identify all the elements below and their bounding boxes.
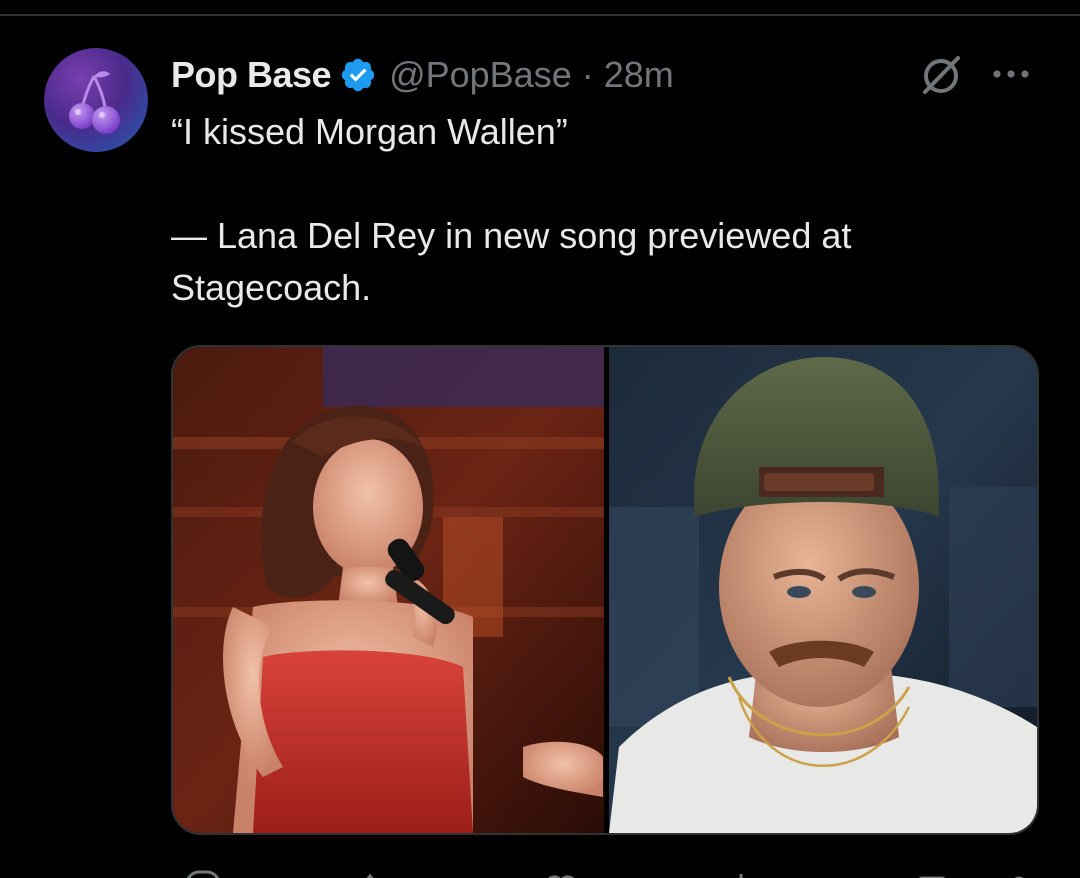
avatar[interactable] (44, 48, 148, 152)
tweet-header: Pop Base @PopBase · 28m (171, 50, 674, 100)
timestamp[interactable]: 28m (604, 54, 674, 96)
display-name[interactable]: Pop Base (171, 54, 332, 96)
media-grid (171, 345, 1039, 835)
handle[interactable]: @PopBase (389, 54, 572, 96)
views-icon[interactable] (731, 868, 771, 878)
tweet-text: “I kissed Morgan Wallen” — Lana Del Rey … (171, 106, 1031, 314)
tweet-action-bar (171, 858, 1041, 878)
like-icon[interactable] (541, 868, 581, 878)
morgan-wallen-photo[interactable] (609, 347, 1037, 833)
repost-icon[interactable] (356, 868, 396, 878)
verified-badge-icon[interactable] (339, 56, 377, 94)
reply-icon[interactable] (183, 868, 223, 878)
bookmark-icon[interactable] (913, 868, 953, 878)
tweet-attribution: — Lana Del Rey in new song previewed at … (171, 215, 852, 308)
top-divider (0, 14, 1080, 16)
tweet-quote: “I kissed Morgan Wallen” (171, 111, 568, 152)
more-icon[interactable] (990, 62, 1034, 86)
share-icon[interactable] (999, 868, 1039, 878)
lana-del-rey-photo[interactable] (173, 347, 604, 833)
separator-dot: · (581, 54, 594, 95)
cherry-icon (44, 48, 148, 152)
grok-icon[interactable] (918, 52, 964, 98)
